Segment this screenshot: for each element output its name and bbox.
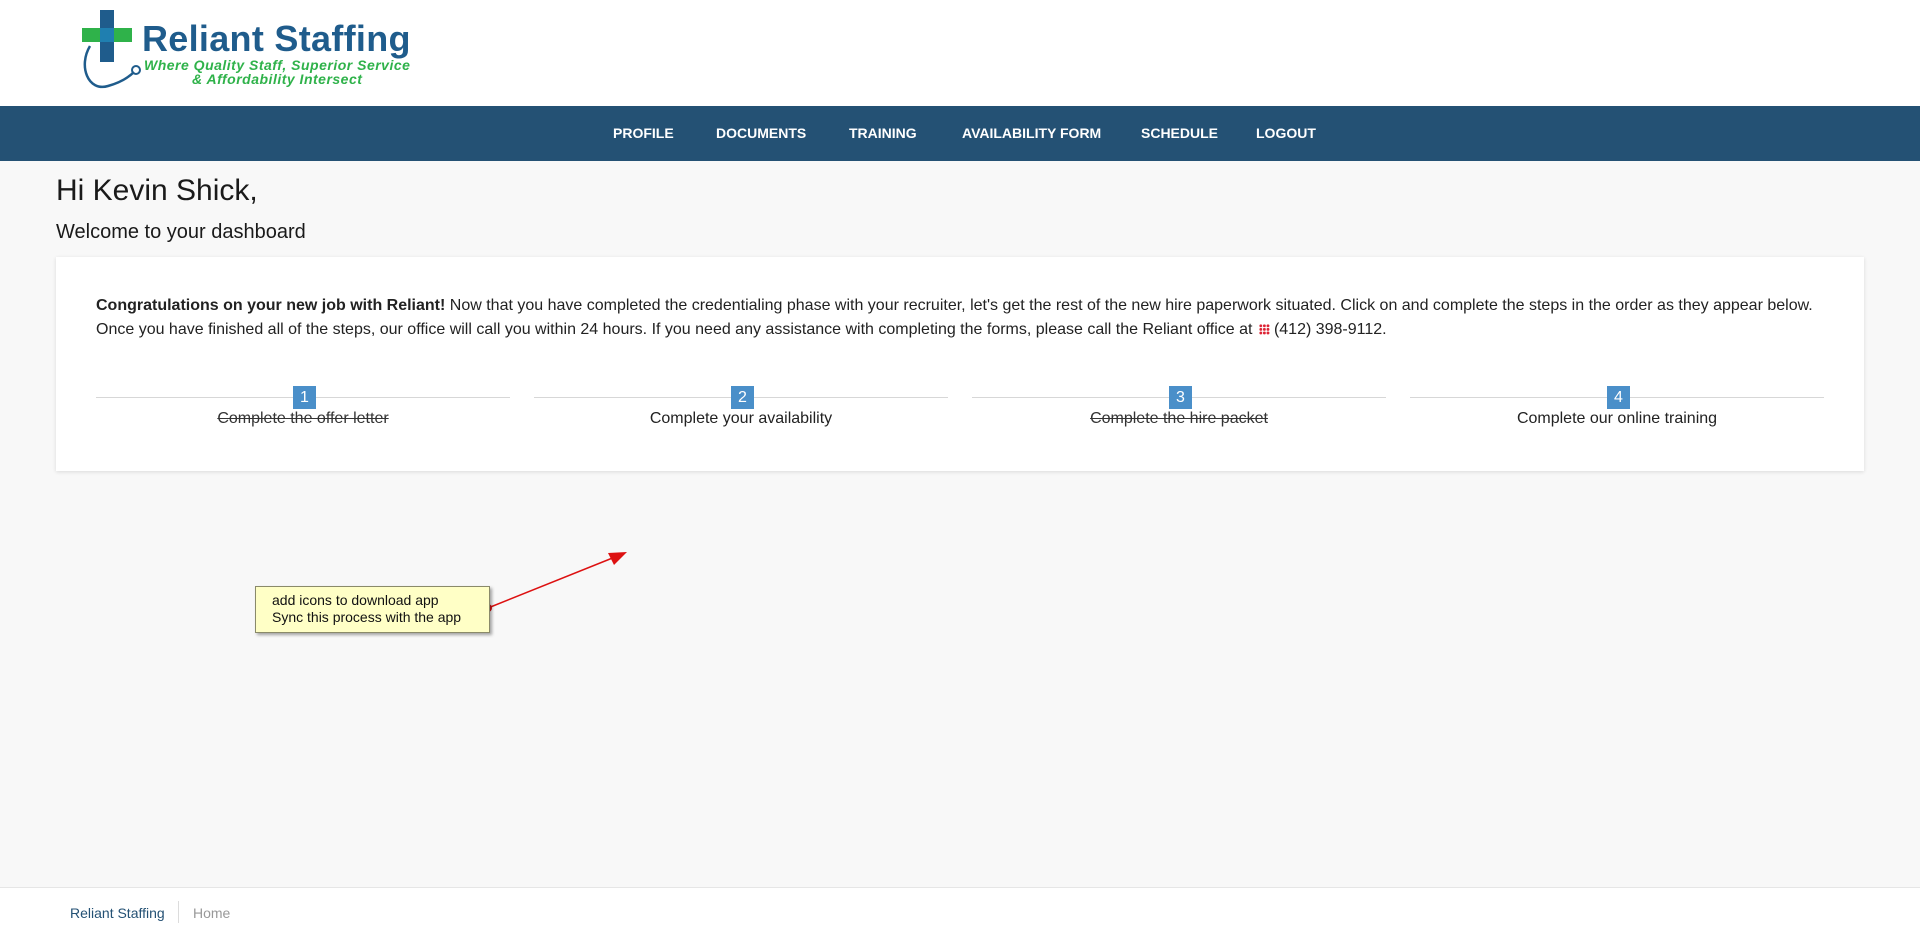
- step-2: 2 Complete your availability: [534, 382, 948, 432]
- page-title: Hi Kevin Shick,: [56, 174, 258, 207]
- step-2-link[interactable]: Complete your availability: [534, 410, 948, 428]
- phone-number[interactable]: (412) 398-9112.: [1274, 321, 1387, 338]
- nav-profile[interactable]: PROFILE: [613, 106, 674, 161]
- breadcrumb: Reliant Staffing Home: [0, 887, 1920, 937]
- step-number: 2: [731, 386, 754, 409]
- main-nav: PROFILE DOCUMENTS TRAINING AVAILABILITY …: [0, 106, 1920, 161]
- step-1-link[interactable]: Complete the offer letter: [96, 410, 510, 428]
- phone-icon: [1258, 324, 1270, 335]
- step-1: 1 Complete the offer letter: [96, 382, 510, 432]
- nav-logout[interactable]: LOGOUT: [1256, 106, 1316, 161]
- breadcrumb-current: Home: [193, 905, 231, 921]
- step-number: 4: [1607, 386, 1630, 409]
- step-4: 4 Complete our online training: [1410, 382, 1824, 432]
- breadcrumb-home[interactable]: Reliant Staffing: [70, 905, 165, 921]
- breadcrumb-separator: [178, 901, 179, 923]
- brand-tagline-2: & Affordability Intersect: [192, 71, 363, 87]
- annotation-line-1: add icons to download app: [272, 592, 439, 608]
- nav-schedule[interactable]: SCHEDULE: [1141, 106, 1218, 161]
- logo[interactable]: Reliant Staffing Where Quality Staff, Su…: [78, 6, 438, 92]
- step-3-link[interactable]: Complete the hire packet: [972, 410, 1386, 428]
- onboarding-card: Congratulations on your new job with Rel…: [56, 257, 1864, 471]
- nav-documents[interactable]: DOCUMENTS: [716, 106, 806, 161]
- nav-training[interactable]: TRAINING: [849, 106, 917, 161]
- page-subtitle: Welcome to your dashboard: [56, 221, 306, 243]
- step-4-link[interactable]: Complete our online training: [1410, 410, 1824, 428]
- medical-cross-logo-icon: [82, 10, 141, 89]
- annotation-note: add icons to download app Sync this proc…: [255, 586, 490, 633]
- step-3: 3 Complete the hire packet: [972, 382, 1386, 432]
- intro-bold: Congratulations on your new job with Rel…: [96, 297, 446, 314]
- step-number: 3: [1169, 386, 1192, 409]
- annotation-line-2: Sync this process with the app: [272, 609, 462, 625]
- annotation-arrow-icon: [484, 552, 627, 612]
- nav-availability-form[interactable]: AVAILABILITY FORM: [962, 106, 1101, 161]
- header: Reliant Staffing Where Quality Staff, Su…: [0, 0, 1920, 106]
- brand-name: Reliant Staffing: [142, 18, 411, 59]
- step-number: 1: [293, 386, 316, 409]
- intro-text: Congratulations on your new job with Rel…: [96, 294, 1826, 342]
